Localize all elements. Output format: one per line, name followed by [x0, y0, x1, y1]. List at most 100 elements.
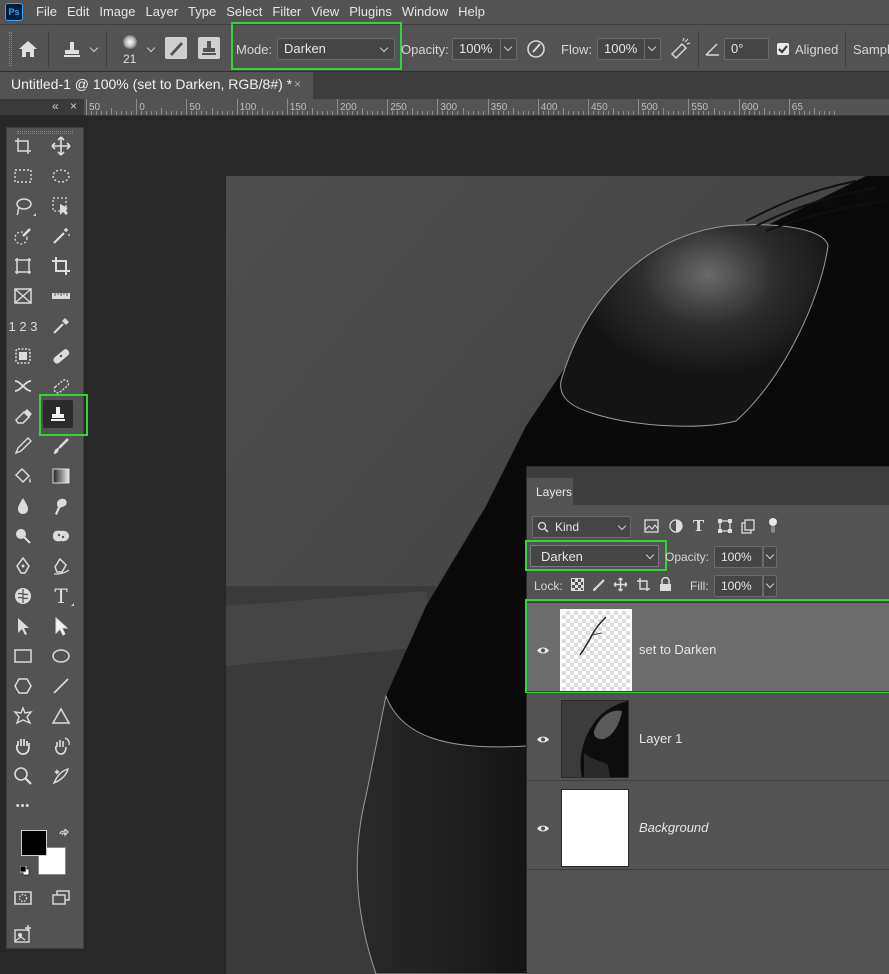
content-aware-move-icon[interactable]	[8, 372, 38, 400]
gradient-tool-icon[interactable]	[46, 462, 76, 490]
crop-tool-icon[interactable]	[46, 252, 76, 280]
remove-tool-icon[interactable]	[46, 372, 76, 400]
count-tool-icon[interactable]: 1 2 3	[8, 312, 38, 340]
edit-toolbar-icon[interactable]	[8, 920, 38, 948]
shape-filter-icon[interactable]	[718, 519, 732, 533]
curvature-pen-icon[interactable]	[46, 552, 76, 580]
rectangle-tool-icon[interactable]	[8, 642, 38, 670]
lock-artboard-icon[interactable]	[636, 577, 651, 592]
quick-selection-icon[interactable]	[8, 222, 38, 250]
ruler-tool-icon[interactable]	[46, 282, 76, 310]
menu-image[interactable]: Image	[94, 0, 140, 24]
visibility-eye-icon[interactable]	[536, 732, 550, 743]
menu-window[interactable]: Window	[397, 0, 453, 24]
pencil-tool-icon[interactable]	[8, 432, 38, 460]
pixel-filter-icon[interactable]	[644, 519, 659, 533]
fill-input[interactable]: 100%	[714, 575, 763, 597]
options-grip[interactable]	[9, 32, 12, 66]
layer-opacity-dropdown[interactable]	[763, 546, 777, 568]
layer-thumbnail[interactable]	[561, 700, 629, 778]
blend-mode-select[interactable]: Darken	[530, 545, 659, 567]
fill-dropdown[interactable]	[763, 575, 777, 597]
preset-dropdown-chevron-icon[interactable]	[89, 43, 99, 53]
hand-tool-icon[interactable]	[8, 732, 38, 760]
object-selection-icon[interactable]	[46, 192, 76, 220]
visibility-eye-icon[interactable]	[536, 821, 550, 832]
collapse-toolbox-icon[interactable]: «	[52, 99, 59, 113]
opacity-dropdown[interactable]	[501, 38, 517, 60]
custom-shape-icon[interactable]	[8, 702, 38, 730]
frame-tool-icon[interactable]	[8, 282, 38, 310]
clone-stamp-preset-icon[interactable]	[60, 38, 84, 60]
menu-filter[interactable]: Filter	[267, 0, 306, 24]
rotate-view-icon[interactable]	[46, 732, 76, 760]
pen-tool-icon[interactable]	[8, 552, 38, 580]
foreground-color-swatch-top[interactable]	[21, 830, 47, 856]
close-toolbox-icon[interactable]: ×	[70, 99, 77, 113]
filter-toggle-icon[interactable]	[769, 518, 777, 526]
layer-name[interactable]: set to Darken	[639, 642, 716, 657]
pressure-opacity-icon[interactable]	[525, 38, 547, 60]
brush-settings-icon[interactable]	[165, 37, 187, 59]
line-tool-icon[interactable]	[46, 672, 76, 700]
flow-dropdown[interactable]	[645, 38, 661, 60]
flow-input[interactable]: 100%	[597, 38, 645, 60]
close-tab-icon[interactable]: ×	[294, 77, 301, 91]
type-filter-icon[interactable]: T	[693, 517, 704, 535]
default-colors-icon[interactable]	[19, 864, 30, 876]
menu-help[interactable]: Help	[453, 0, 490, 24]
more-tools-icon[interactable]: •••	[8, 792, 38, 820]
lock-transparent-icon[interactable]	[571, 578, 584, 591]
brush-tool-icon[interactable]	[46, 432, 76, 460]
opacity-input[interactable]: 100%	[452, 38, 501, 60]
magic-wand-icon[interactable]	[46, 222, 76, 250]
polygon-tool-icon[interactable]	[8, 672, 38, 700]
adjustment-filter-icon[interactable]	[669, 519, 683, 533]
airbrush-icon[interactable]	[668, 37, 692, 60]
smudge-tool-icon[interactable]	[46, 492, 76, 520]
quick-mask-icon[interactable]	[8, 884, 38, 912]
aligned-checkbox[interactable]	[777, 43, 789, 55]
move-tool-icon[interactable]	[46, 132, 76, 160]
visibility-eye-icon[interactable]	[536, 643, 550, 654]
artboard-tool-icon[interactable]	[8, 132, 38, 160]
angle-input[interactable]: 0°	[724, 38, 769, 60]
lock-image-icon[interactable]	[592, 577, 607, 592]
ellipse-tool-icon[interactable]	[46, 642, 76, 670]
toolbox-header[interactable]: « ×	[0, 99, 84, 115]
generative-tool-icon[interactable]	[46, 762, 76, 790]
layer-row-background[interactable]: Background	[527, 780, 889, 869]
lasso-tool-icon[interactable]	[8, 192, 38, 220]
lock-position-icon[interactable]	[613, 577, 628, 592]
spot-healing-icon[interactable]	[8, 342, 38, 370]
menu-plugins[interactable]: Plugins	[344, 0, 397, 24]
layer-thumbnail[interactable]	[560, 609, 632, 693]
clone-stamp-tool-icon[interactable]	[43, 400, 73, 428]
layer-row-set-to-darken[interactable]: set to Darken	[527, 602, 889, 693]
swap-colors-icon[interactable]	[58, 827, 70, 841]
document-tab[interactable]: Untitled-1 @ 100% (set to Darken, RGB/8#…	[0, 72, 313, 99]
mode-select[interactable]: Darken	[277, 38, 395, 60]
menu-file[interactable]: File	[31, 0, 62, 24]
sponge-tool-icon[interactable]	[46, 522, 76, 550]
rectangular-marquee-icon[interactable]	[8, 162, 38, 190]
eraser-tool-icon[interactable]	[8, 402, 38, 430]
perspective-crop-icon[interactable]	[8, 252, 38, 280]
dodge-tool-icon[interactable]	[8, 522, 38, 550]
triangle-tool-icon[interactable]	[46, 702, 76, 730]
layers-tab[interactable]: Layers	[527, 478, 573, 505]
type-tool-icon[interactable]: T	[46, 582, 76, 610]
elliptical-marquee-icon[interactable]	[46, 162, 76, 190]
menu-type[interactable]: Type	[183, 0, 221, 24]
eyedropper-icon[interactable]	[46, 312, 76, 340]
brush-preview-icon[interactable]	[123, 35, 137, 49]
path-selection-icon[interactable]	[8, 612, 38, 640]
brush-dropdown-chevron-icon[interactable]	[146, 43, 156, 53]
clone-source-icon[interactable]	[198, 37, 220, 59]
layer-row-layer-1[interactable]: Layer 1	[527, 691, 889, 780]
layer-name[interactable]: Background	[639, 820, 708, 835]
blur-tool-icon[interactable]	[8, 492, 38, 520]
menu-select[interactable]: Select	[221, 0, 267, 24]
layer-opacity-input[interactable]: 100%	[714, 546, 763, 568]
direct-selection-icon[interactable]	[46, 612, 76, 640]
